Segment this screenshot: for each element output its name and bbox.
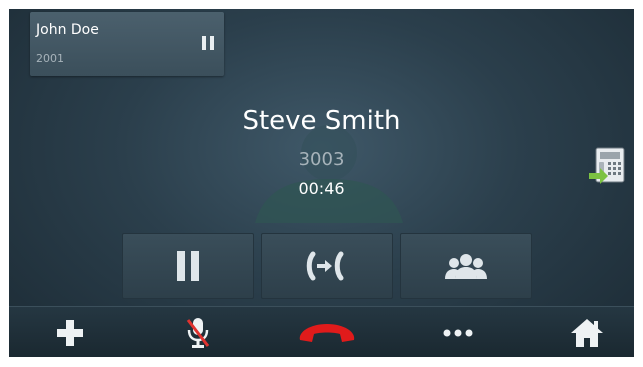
bottom-toolbar: [9, 306, 634, 357]
conference-icon: [445, 254, 487, 279]
hold-button[interactable]: [122, 233, 254, 299]
pause-icon: [202, 36, 214, 50]
hangup-button[interactable]: [282, 307, 372, 357]
held-caller-number: 2001: [36, 52, 64, 65]
call-timer: 00:46: [298, 179, 345, 198]
add-call-button[interactable]: [25, 307, 115, 357]
plus-icon: [57, 319, 83, 346]
held-call-card[interactable]: John Doe 2001: [30, 12, 224, 76]
pause-icon: [177, 251, 199, 281]
home-button[interactable]: [542, 307, 632, 357]
swap-call-button[interactable]: [261, 233, 393, 299]
more-icon: [443, 329, 473, 336]
call-swap-icon: [306, 251, 344, 281]
phone-transfer-icon[interactable]: [588, 146, 626, 186]
mute-button[interactable]: [153, 307, 243, 357]
active-caller-number: 3003: [298, 149, 345, 170]
held-caller-name: John Doe: [36, 22, 99, 38]
home-icon: [571, 318, 603, 347]
active-caller-name: Steve Smith: [242, 106, 401, 136]
microphone-muted-icon: [186, 317, 210, 348]
more-options-button[interactable]: [413, 307, 503, 357]
hangup-icon: [299, 323, 355, 342]
call-screen: John Doe 2001 Steve Smith 3003 00:46: [9, 9, 634, 357]
conference-button[interactable]: [400, 233, 532, 299]
